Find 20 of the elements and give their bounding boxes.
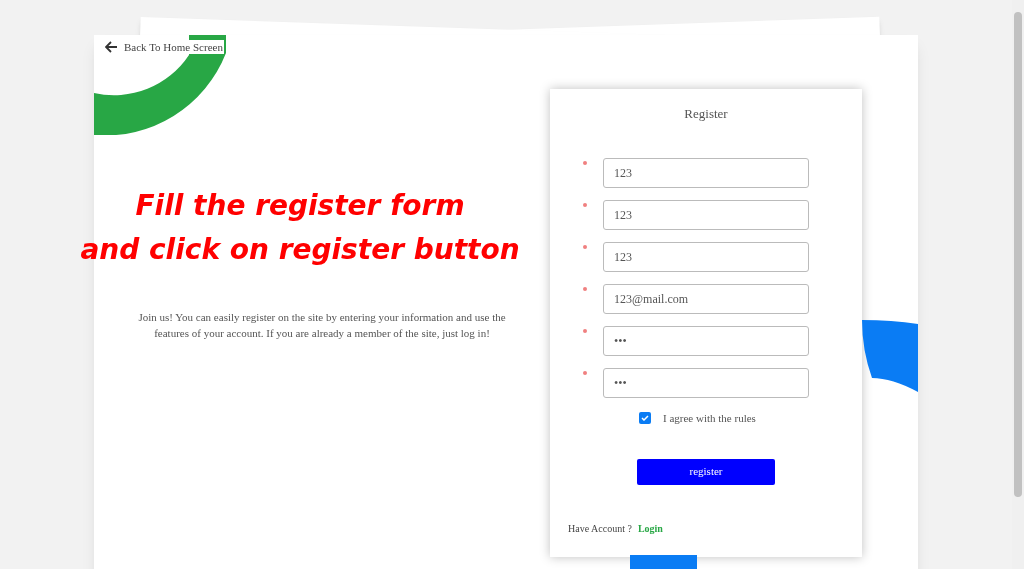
bar-decoration xyxy=(630,555,697,569)
form-title: Register xyxy=(683,106,729,122)
have-account-text: Have Account ? xyxy=(568,521,632,536)
input-field[interactable]: 123 xyxy=(603,158,809,188)
input-field[interactable]: ••• xyxy=(603,326,809,356)
input-field[interactable]: 123@mail.com xyxy=(603,284,809,314)
back-link[interactable]: Back To Home Screen xyxy=(104,40,224,54)
intro-text: Join us! You can easily register on the site by entering your information and use the features of your account. If you are already a member of the site, just log in! xyxy=(137,310,507,341)
annotation-text: Fill the register form xyxy=(135,188,465,224)
register-button[interactable]: register xyxy=(637,458,775,485)
scrollbar-thumb[interactable] xyxy=(1014,12,1022,497)
agree-label: I agree with the rules xyxy=(663,411,756,426)
checkbox[interactable] xyxy=(639,412,651,425)
arc-decoration xyxy=(862,320,918,392)
input-field[interactable]: 123 xyxy=(603,242,809,272)
check-icon xyxy=(641,415,649,422)
annotation-text: and click on register button xyxy=(80,232,520,268)
arrow-left-icon xyxy=(105,41,118,53)
input-field[interactable]: 123 xyxy=(603,200,809,230)
input-field[interactable]: ••• xyxy=(603,368,809,398)
